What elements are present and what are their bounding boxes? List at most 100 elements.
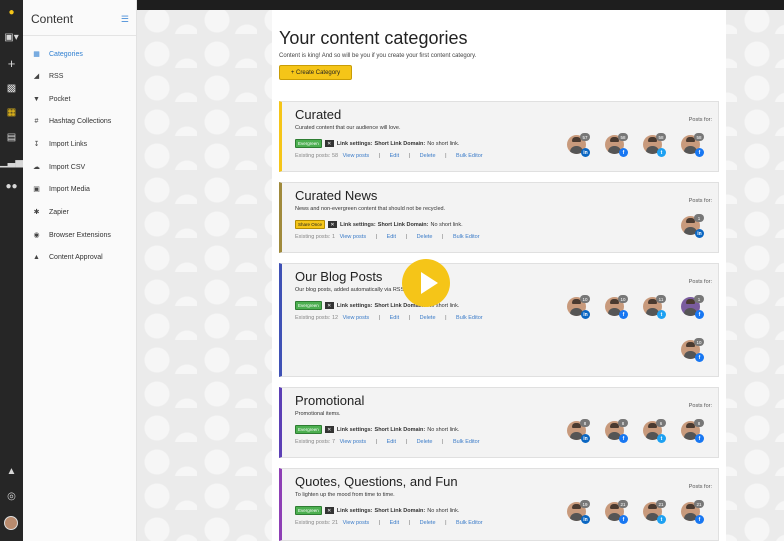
sidebar-item-import-links[interactable]: ↧ Import Links (23, 137, 136, 151)
post-count-badge: 8 (580, 419, 590, 427)
sidebar-item-import-media[interactable]: ▣ Import Media (23, 182, 136, 196)
edit-link[interactable]: Edit (387, 439, 396, 445)
import-icon: ↧ (33, 141, 40, 148)
category-title: Quotes, Questions, and Fun (295, 474, 458, 489)
post-count-badge: 57 (580, 133, 590, 141)
post-count-badge: 6 (656, 419, 666, 427)
sidebar-item-categories[interactable]: ▦ Categories (23, 47, 136, 61)
profile-avatar[interactable]: 19 in (567, 500, 590, 524)
profile-avatar[interactable]: 58 f (605, 133, 628, 157)
sidebar-item-import-csv[interactable]: ☁ Import CSV (23, 160, 136, 174)
post-count-badge: 58 (694, 133, 704, 141)
link-settings: Share Once ✕ Link settings: Short Link D… (295, 220, 463, 229)
inbox-icon[interactable]: ▩ (0, 80, 23, 96)
play-video-button[interactable] (402, 259, 450, 307)
link-settings: Evergreen ✕ Link settings: Short Link Do… (295, 506, 459, 515)
sidebar-item-hashtag-collections[interactable]: # Hashtag Collections (23, 114, 136, 128)
separator: | (378, 153, 381, 159)
profile-avatar[interactable]: 58 f (681, 133, 704, 157)
bulk-editor-link[interactable]: Bulk Editor (456, 153, 483, 159)
facebook-icon: f (619, 148, 628, 157)
sidebar-item-pocket[interactable]: ▼ Pocket (23, 92, 136, 106)
category-description: Promotional items. (295, 411, 341, 417)
edit-link[interactable]: Edit (390, 315, 399, 321)
post-count-badge: 10 (580, 295, 590, 303)
sidebar-item-label: Browser Extensions (49, 231, 111, 239)
post-count-badge: 8 (694, 419, 704, 427)
profile-avatar[interactable]: 8 in (567, 419, 590, 443)
delete-link[interactable]: Delete (420, 153, 436, 159)
help-icon[interactable]: ◎ (0, 488, 23, 504)
profile-avatar[interactable]: 10 in (567, 295, 590, 319)
sidebar-item-rss[interactable]: ◢ RSS (23, 69, 136, 83)
link-settings: Evergreen ✕ Link settings: Short Link Do… (295, 139, 459, 148)
profile-avatar[interactable]: 58 t (643, 133, 666, 157)
sidebar-item-label: RSS (49, 72, 64, 80)
view-posts-link[interactable]: View posts (340, 439, 367, 445)
notifications-icon[interactable]: ▲ (0, 463, 23, 479)
sidebar-item-content-approval[interactable]: ▲ Content Approval (23, 250, 136, 264)
edit-link[interactable]: Edit (390, 153, 399, 159)
delete-link[interactable]: Delete (417, 439, 433, 445)
posts-for-label: Posts for: (688, 484, 712, 490)
profile-avatar[interactable]: 10 f (681, 338, 704, 362)
short-link-value: No short link. (427, 507, 460, 514)
rss-icon: ◢ (33, 73, 40, 80)
view-posts-link[interactable]: View posts (340, 234, 367, 240)
view-posts-link[interactable]: View posts (343, 520, 370, 526)
profile-avatar[interactable]: 1 in (681, 214, 704, 238)
sidebar-item-label: Categories (49, 50, 83, 58)
content-grid-icon[interactable]: ▦ (0, 104, 23, 120)
category-title: Promotional (295, 393, 365, 408)
profile-avatar[interactable]: 1f (681, 295, 704, 319)
profile-avatar[interactable]: 21 f (681, 500, 704, 524)
post-count-badge: 19 (580, 500, 590, 508)
edit-link[interactable]: Edit (390, 520, 399, 526)
post-count-badge: 58 (618, 133, 628, 141)
separator: | (445, 153, 447, 159)
calendar-icon[interactable]: ▤ (0, 129, 23, 145)
delete-link[interactable]: Delete (420, 315, 436, 321)
bulk-editor-link[interactable]: Bulk Editor (453, 234, 480, 240)
bulk-editor-link[interactable]: Bulk Editor (456, 315, 483, 321)
profile-avatar[interactable]: 21 f (605, 500, 628, 524)
user-avatar[interactable] (4, 516, 18, 530)
view-posts-link[interactable]: View posts (343, 153, 370, 159)
menu-toggle-icon[interactable]: ☰ (121, 14, 129, 25)
bulk-editor-link[interactable]: Bulk Editor (453, 439, 480, 445)
profile-avatar[interactable]: 8f (605, 419, 628, 443)
profile-avatar[interactable]: 8f (681, 419, 704, 443)
profile-switcher-icon[interactable]: ▣▾ (0, 29, 23, 45)
profile-avatar[interactable]: 6t (643, 419, 666, 443)
separator: | (378, 520, 381, 526)
category-card-promotional: Promotional Promotional items. Evergreen… (279, 387, 719, 458)
evergreen-badge: Evergreen (295, 139, 322, 148)
sidebar-item-label: Import Media (49, 185, 90, 193)
edit-link[interactable]: Edit (387, 234, 396, 240)
link-settings-label: Link settings: (336, 302, 373, 309)
sidebar-item-browser-extensions[interactable]: ◉ Browser Extensions (23, 228, 136, 242)
profile-avatar[interactable]: 10 f (605, 295, 628, 319)
facebook-icon: f (695, 148, 704, 157)
analytics-icon[interactable]: ▁▃▅ (0, 154, 23, 170)
sidebar-item-zapier[interactable]: ✱ Zapier (23, 205, 136, 219)
profile-avatar[interactable]: 21 t (643, 500, 666, 524)
create-category-button[interactable]: + Create Category (279, 65, 352, 80)
evergreen-badge: Evergreen (295, 506, 322, 515)
category-card-curated-news: Curated News News and non-evergreen cont… (279, 182, 719, 253)
bulk-editor-link[interactable]: Bulk Editor (456, 520, 483, 526)
short-link-domain-label: Short Link Domain: (377, 221, 429, 228)
short-link-value: No short link. (430, 221, 463, 228)
shuffle-icon: ✕ (324, 302, 334, 309)
shuffle-icon: ✕ (324, 507, 334, 514)
delete-link[interactable]: Delete (420, 520, 436, 526)
short-link-domain-label: Short Link Domain: (374, 507, 426, 514)
team-icon[interactable]: ●● (0, 178, 23, 194)
bee-logo-icon[interactable]: ● (0, 4, 23, 20)
profile-avatar[interactable]: 11 t (643, 295, 666, 319)
profile-avatar[interactable]: 57 in (567, 133, 590, 157)
view-posts-link[interactable]: View posts (343, 315, 370, 321)
plus-icon[interactable]: + (0, 55, 23, 71)
delete-link[interactable]: Delete (417, 234, 433, 240)
category-actions: Existing posts: 21 View posts | Edit | D… (295, 520, 486, 526)
